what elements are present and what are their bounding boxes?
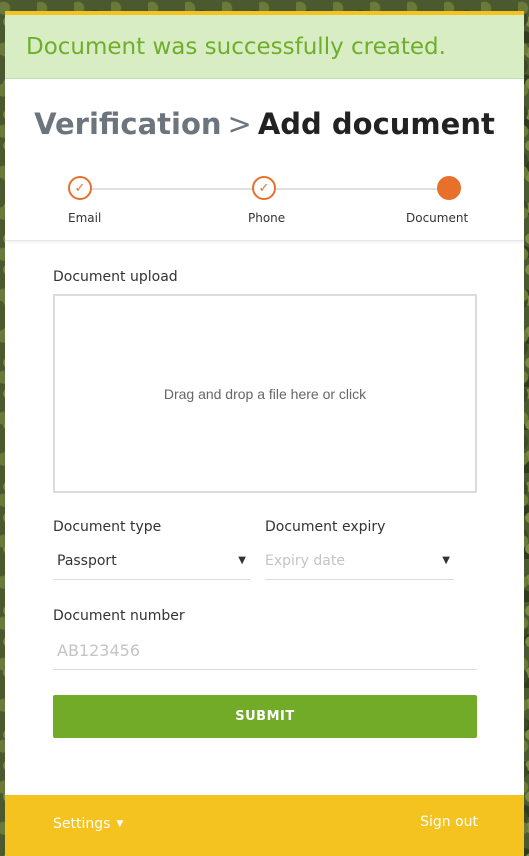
page-title: Verification > Add document	[5, 107, 524, 141]
number-label: Document number	[53, 608, 185, 624]
settings-menu[interactable]: Settings ▼	[53, 816, 123, 832]
verification-card: Document was successfully created. Verif…	[5, 11, 524, 856]
settings-label: Settings	[53, 816, 111, 832]
submit-button[interactable]: SUBMIT	[53, 695, 477, 738]
document-type-select[interactable]: Passport ▼	[53, 542, 250, 580]
step-label-email: Email	[68, 211, 102, 225]
dropzone-text: Drag and drop a file here or click	[163, 385, 367, 402]
step-email-check-icon: ✓	[68, 176, 92, 200]
document-expiry-picker[interactable]: Expiry date ▼	[265, 542, 454, 580]
footer-bar: Settings ▼ Sign out	[5, 795, 524, 856]
breadcrumb-current: Add document	[257, 107, 495, 141]
step-label-document: Document	[406, 211, 469, 225]
chevron-down-icon: ▼	[238, 555, 246, 566]
chevron-down-icon: ▼	[442, 555, 450, 566]
file-dropzone[interactable]: Drag and drop a file here or click	[53, 294, 477, 493]
check-icon: ✓	[258, 180, 270, 196]
step-label-phone: Phone	[248, 211, 286, 225]
page-header: Verification > Add document ✓ Email ✓ Phon…	[5, 79, 524, 241]
alert-message: Document was successfully created.	[26, 33, 446, 60]
sign-out-link[interactable]: Sign out	[420, 814, 478, 830]
success-alert: Document was successfully created.	[5, 15, 524, 79]
type-value: Passport	[57, 552, 117, 569]
check-icon: ✓	[74, 180, 86, 196]
breadcrumb-parent[interactable]: Verification	[34, 107, 221, 141]
caret-down-icon: ▼	[116, 819, 124, 829]
expiry-label: Document expiry	[265, 519, 386, 535]
progress-stepper: ✓ Email ✓ Phone Document	[5, 172, 524, 232]
expiry-placeholder: Expiry date	[265, 552, 345, 569]
step-document-active-icon	[437, 176, 461, 200]
type-label: Document type	[53, 519, 162, 535]
document-number-input[interactable]: AB123456	[53, 632, 477, 670]
number-placeholder: AB123456	[57, 641, 140, 660]
breadcrumb-separator: >	[227, 107, 252, 141]
step-phone-check-icon: ✓	[252, 176, 276, 200]
upload-label: Document upload	[53, 269, 178, 285]
